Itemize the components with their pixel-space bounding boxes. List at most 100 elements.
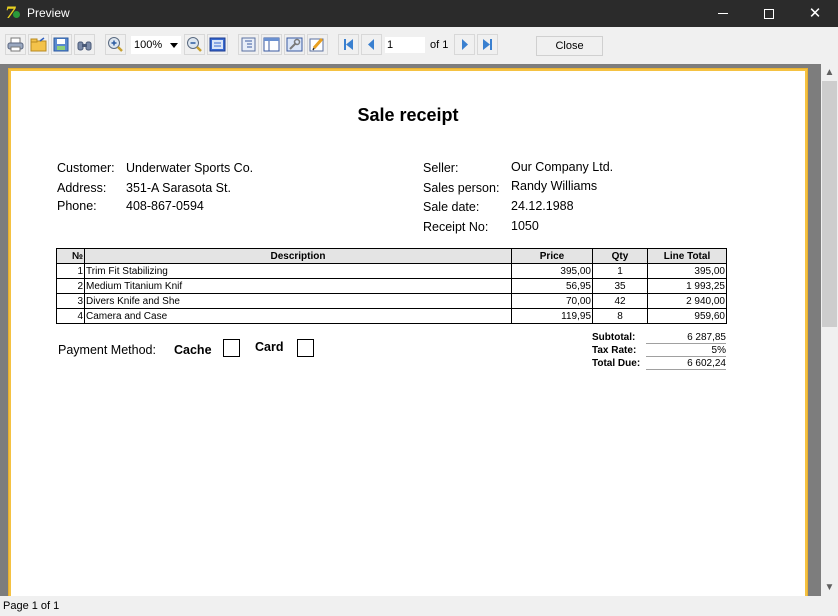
vertical-scrollbar[interactable]: ▲ ▼ [821,64,838,596]
row-qty: 1 [592,263,648,279]
card-checkbox[interactable] [297,339,314,357]
row-number: 4 [56,308,85,324]
minimize-button[interactable] [700,0,746,27]
col-price-header: Price [511,248,593,264]
close-button[interactable]: Close [536,36,603,56]
row-description: Trim Fit Stabilizing [84,263,512,279]
find-icon [77,41,92,51]
status-bar: Page 1 of 1 [0,596,838,616]
sales-person-value: Randy Williams [511,179,598,193]
seller-label: Seller: [423,161,459,175]
outline-icon [241,37,256,52]
open-button[interactable] [28,34,49,55]
row-qty: 42 [592,293,648,309]
row-qty: 8 [592,308,648,324]
window-close-button[interactable]: ✕ [792,0,838,27]
row-price: 395,00 [511,263,593,279]
zoom-out-icon [187,37,202,52]
title-bar: 7 Preview ✕ [0,0,838,27]
payment-method-label: Payment Method: [58,343,156,357]
sale-date-label: Sale date: [423,200,480,214]
toolbar: 100% of 1 Close [0,27,838,64]
customer-label: Customer: [57,161,115,175]
preview-area: Sale receipt Customer: Underwater Sports… [0,64,821,596]
row-line-total: 395,00 [647,263,727,279]
row-qty: 35 [592,278,648,294]
scroll-down-icon[interactable]: ▼ [821,579,838,596]
customer-value: Underwater Sports Co. [126,161,254,175]
app-logo-icon: 7 [5,4,23,22]
sales-person-label: Sales person: [423,181,500,195]
open-icon [30,37,47,52]
window-title: Preview [27,6,70,20]
row-line-total: 959,60 [647,308,727,324]
maximize-button[interactable] [746,0,792,27]
save-button[interactable] [51,34,72,55]
col-description-header: Description [84,248,512,264]
seller-value: Our Company Ltd. [511,160,614,174]
prev-page-button[interactable] [361,34,382,55]
phone-label: Phone: [57,199,97,213]
row-line-total: 2 940,00 [647,293,727,309]
row-price: 56,95 [511,278,593,294]
cache-checkbox[interactable] [223,339,240,357]
print-icon [7,37,24,52]
row-description: Divers Knife and She [84,293,512,309]
col-line-total-header: Line Total [647,248,727,264]
zoom-in-button[interactable] [105,34,126,55]
scroll-up-icon[interactable]: ▲ [821,64,838,81]
table-row: 2 Medium Titanium Knif 56,95 35 1 993,25 [56,278,727,294]
row-price: 70,00 [511,293,593,309]
table-row: 3 Divers Knife and She 70,00 42 2 940,00 [56,293,727,309]
first-page-icon [344,39,353,50]
close-icon: ✕ [808,5,822,22]
find-button[interactable] [74,34,95,55]
tax-rate-value: 5% [646,345,726,357]
next-page-button[interactable] [454,34,475,55]
subtotal-value: 6 287,85 [646,332,726,344]
status-page-text: Page 1 of 1 [3,600,60,612]
last-page-icon [483,39,492,50]
page-setup-icon [286,37,303,52]
subtotal-label: Subtotal: [592,332,636,343]
chevron-down-icon [170,43,178,48]
row-number: 2 [56,278,85,294]
row-line-total: 1 993,25 [647,278,727,294]
col-number-header: № [56,248,85,264]
print-button[interactable] [5,34,26,55]
zoom-level-select[interactable]: 100% [131,36,181,54]
thumbnails-icon [263,37,280,52]
outline-button[interactable] [238,34,259,55]
receipt-no-label: Receipt No: [423,220,489,234]
last-page-button[interactable] [477,34,498,55]
edit-button[interactable] [307,34,328,55]
edit-icon [309,38,324,52]
address-value: 351-A Sarasota St. [126,181,231,195]
row-description: Medium Titanium Knif [84,278,512,294]
sale-date-value: 24.12.1988 [511,199,574,213]
total-due-label: Total Due: [592,358,641,369]
items-table: № Description Price Qty Line Total 1 Tri… [56,248,727,324]
whole-page-button[interactable] [207,34,228,55]
cache-label: Cache [174,343,212,357]
receipt-no-value: 1050 [511,219,539,233]
first-page-button[interactable] [338,34,359,55]
row-number: 1 [56,263,85,279]
whole-page-icon [209,37,226,52]
scroll-thumb[interactable] [822,81,837,327]
save-icon [53,37,69,52]
minimize-icon [718,13,728,14]
report-page: Sale receipt Customer: Underwater Sports… [8,68,808,596]
page-number-input[interactable] [385,37,425,53]
page-count-label: of 1 [430,39,449,51]
prev-page-icon [368,39,374,50]
row-description: Camera and Case [84,308,512,324]
page-setup-button[interactable] [284,34,305,55]
next-page-icon [462,39,468,50]
col-qty-header: Qty [592,248,648,264]
thumbnails-button[interactable] [261,34,282,55]
table-row: 1 Trim Fit Stabilizing 395,00 1 395,00 [56,263,727,279]
row-price: 119,95 [511,308,593,324]
row-number: 3 [56,293,85,309]
zoom-out-button[interactable] [184,34,205,55]
